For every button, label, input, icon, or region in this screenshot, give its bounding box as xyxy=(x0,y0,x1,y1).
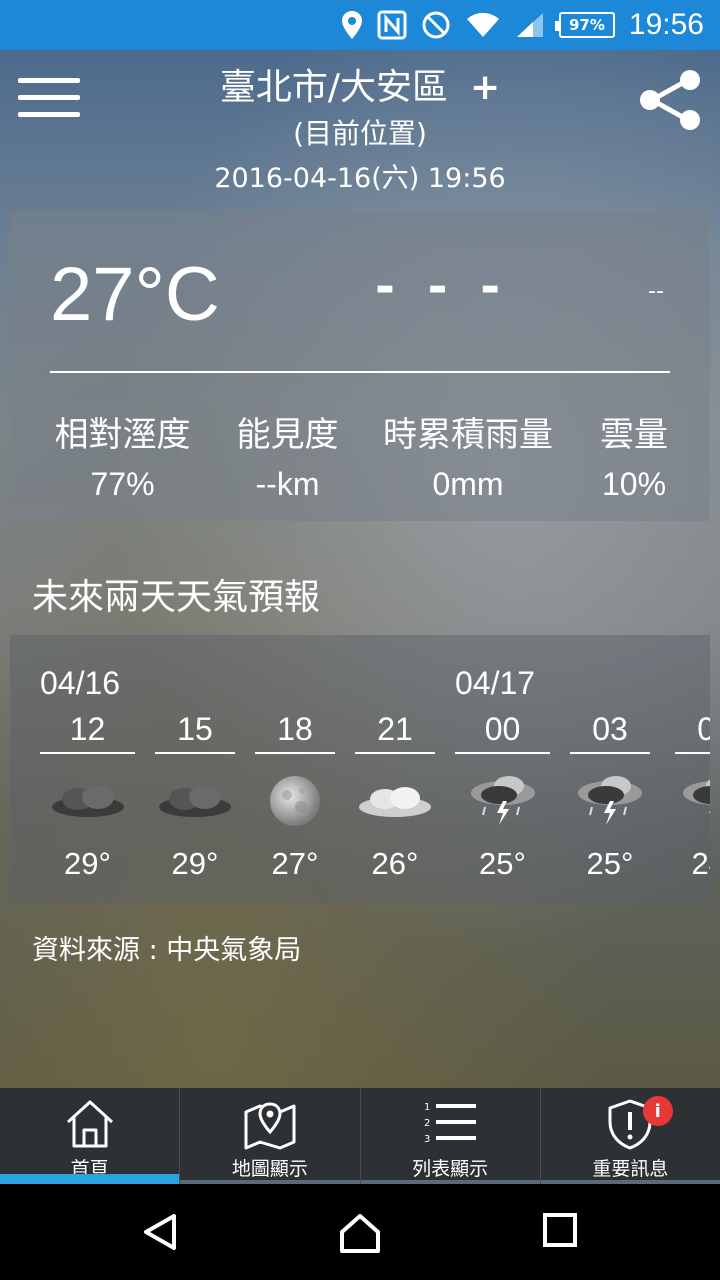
stat-rainfall: 時累積雨量 0mm xyxy=(378,407,558,503)
forecast-hour-item[interactable]: 06 24° xyxy=(675,711,710,882)
home-icon xyxy=(66,1100,113,1148)
stat-value: 0mm xyxy=(432,466,504,502)
forecast-hour-item[interactable]: 00 25° xyxy=(455,711,550,882)
signal-icon xyxy=(515,11,545,39)
stat-label: 能見度 xyxy=(236,415,339,455)
stat-value: 10% xyxy=(601,466,667,502)
thunderstorm-icon xyxy=(675,764,710,838)
nfc-icon xyxy=(377,10,407,40)
forecast-temp: 26° xyxy=(371,846,419,881)
battery-icon: 97% xyxy=(554,12,615,38)
location-title: 臺北市/大安區 + xyxy=(0,58,720,110)
stat-label: 雲量 xyxy=(600,415,668,455)
location-subtitle: (目前位置) xyxy=(293,117,427,150)
system-nav-bar xyxy=(0,1184,720,1280)
forecast-hour: 21 xyxy=(355,711,435,754)
status-clock: 19:56 xyxy=(628,8,704,41)
cloud-icon xyxy=(355,764,435,838)
current-conditions-panel: 27°C - - - -- 相對溼度 77% 能見度 --km 時累積雨量 0m… xyxy=(10,211,710,521)
location-icon xyxy=(341,10,363,40)
nav-list[interactable]: 1 2 3 列表顯示 xyxy=(360,1088,541,1184)
stat-label: 時累積雨量 xyxy=(383,415,553,455)
alert-badge: i xyxy=(642,1096,673,1126)
forecast-hour: 06 xyxy=(675,711,710,754)
nav-map[interactable]: 地圖顯示 xyxy=(180,1088,361,1184)
forecast-hour: 18 xyxy=(255,711,335,754)
svg-text:3: 3 xyxy=(424,1134,430,1145)
stat-value: 77% xyxy=(90,466,155,502)
forecast-hour: 00 xyxy=(455,711,550,754)
divider xyxy=(50,371,670,373)
recents-button[interactable] xyxy=(542,1212,578,1252)
home-system-icon xyxy=(340,1214,380,1253)
stat-cloud-cover: 雲量 10% xyxy=(594,407,674,503)
share-button[interactable] xyxy=(638,68,702,132)
thunderstorm-icon xyxy=(455,764,550,838)
cloudy-icon xyxy=(155,764,235,838)
home-system-button[interactable] xyxy=(338,1212,382,1258)
forecast-hour-item[interactable]: 15 29° xyxy=(155,711,235,882)
data-source: 資料來源 : 中央氣象局 xyxy=(32,935,302,966)
bottom-nav: 首頁 地圖顯示 1 2 3 列表顯示 i 重要訊息 xyxy=(0,1088,720,1184)
moon-icon xyxy=(255,764,335,838)
stat-humidity: 相對溼度 77% xyxy=(50,407,195,503)
forecast-date: 04/17 xyxy=(455,665,536,701)
forecast-hour: 15 xyxy=(155,711,235,754)
stat-value: --km xyxy=(255,466,320,502)
stat-label: 相對溼度 xyxy=(54,415,191,455)
back-button[interactable] xyxy=(140,1212,180,1256)
stat-visibility: 能見度 --km xyxy=(230,407,345,503)
current-weather: - - - xyxy=(375,259,509,315)
current-temperature: 27°C xyxy=(50,252,220,337)
header: 臺北市/大安區 + (目前位置) 2016-04-16(六) 19:56 xyxy=(0,50,720,200)
forecast-hour: 03 xyxy=(570,711,650,754)
forecast-temp: 25° xyxy=(586,846,634,881)
wifi-icon xyxy=(465,11,501,39)
forecast-temp: 29° xyxy=(171,846,219,881)
forecast-hour-item[interactable]: 21 26° xyxy=(355,711,435,882)
observation-datetime: 2016-04-16(六) 19:56 xyxy=(214,163,506,194)
forecast-temp: 27° xyxy=(271,846,319,881)
map-icon xyxy=(244,1102,296,1150)
share-icon xyxy=(640,70,700,130)
location-name: 臺北市/大安區 xyxy=(219,67,448,108)
forecast-hour-item[interactable]: 12 29° xyxy=(40,711,135,882)
add-location-button[interactable]: + xyxy=(470,67,500,108)
forecast-title: 未來兩天天氣預報 xyxy=(32,577,321,618)
svg-text:2: 2 xyxy=(424,1118,430,1129)
do-not-disturb-icon xyxy=(421,10,451,40)
forecast-temp: 29° xyxy=(64,846,111,881)
forecast-strip[interactable]: 04/16 04/17 12 29° 15 29° 18 27° 21 26° … xyxy=(10,635,710,903)
nav-label: 重要訊息 xyxy=(592,1158,669,1180)
thunderstorm-icon xyxy=(570,764,650,838)
svg-text:1: 1 xyxy=(424,1102,430,1113)
forecast-hour-item[interactable]: 03 25° xyxy=(570,711,650,882)
current-wind: -- xyxy=(648,279,664,304)
forecast-date: 04/16 xyxy=(40,665,121,701)
nav-alerts[interactable]: i 重要訊息 xyxy=(540,1088,720,1184)
forecast-temp: 24° xyxy=(691,846,710,881)
status-bar: 97% 19:56 xyxy=(0,0,720,50)
back-icon xyxy=(144,1214,176,1250)
nav-home[interactable]: 首頁 xyxy=(0,1088,181,1184)
list-icon: 1 2 3 xyxy=(424,1102,477,1145)
forecast-temp: 25° xyxy=(479,846,526,881)
nav-label: 列表顯示 xyxy=(412,1158,489,1180)
nav-label: 地圖顯示 xyxy=(231,1158,308,1180)
forecast-hour: 12 xyxy=(40,711,135,754)
forecast-hour-item[interactable]: 18 27° xyxy=(255,711,335,882)
nav-indicator xyxy=(0,1174,180,1184)
recents-icon xyxy=(543,1213,577,1247)
cloudy-icon xyxy=(40,764,135,838)
